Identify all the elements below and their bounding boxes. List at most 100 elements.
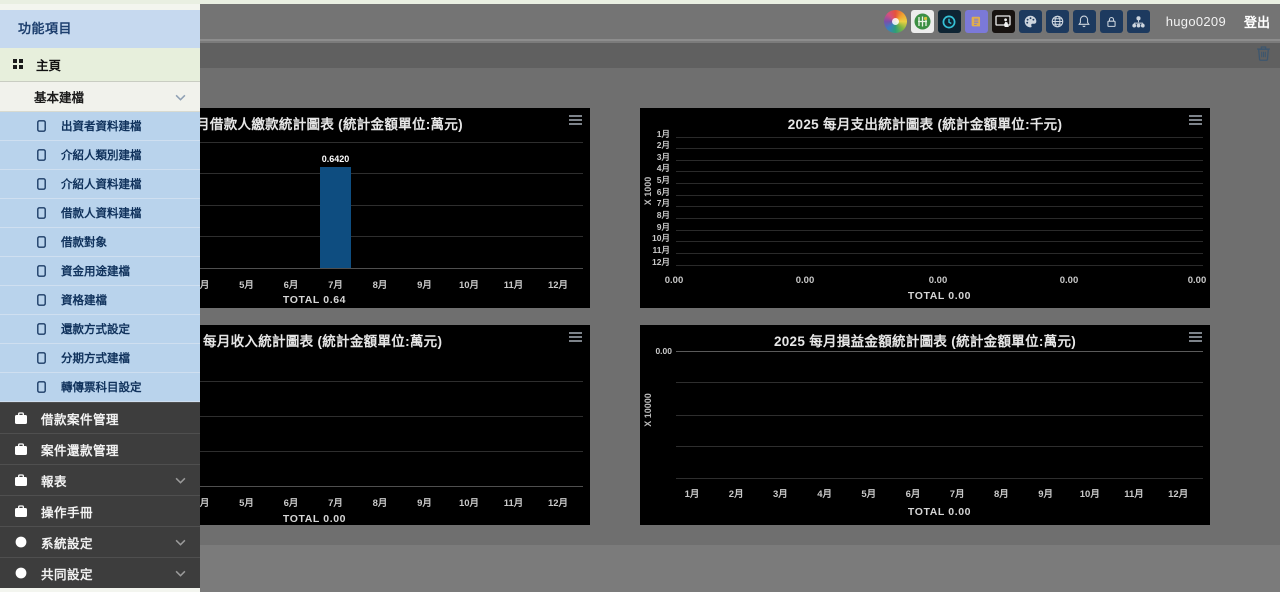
- sidebar-subitem-label: 介紹人類別建檔: [61, 147, 142, 163]
- board-app-icon[interactable]: [992, 10, 1015, 33]
- globe-icon[interactable]: [1046, 10, 1069, 33]
- grid-icon: [13, 59, 24, 70]
- pinwheel-logo-icon[interactable]: [884, 10, 907, 33]
- x-tick-label: 9月: [407, 277, 443, 291]
- sidebar-subitem-label: 轉傳票科目設定: [61, 379, 142, 395]
- gridline: [676, 253, 1203, 254]
- gridline: [676, 446, 1203, 447]
- gridline: [676, 206, 1203, 207]
- sitemap-icon[interactable]: [1127, 10, 1150, 33]
- sidebar-subitem-label: 資格建檔: [61, 292, 107, 308]
- sidebar-item[interactable]: 系統設定: [0, 526, 200, 557]
- record-icon: [37, 381, 46, 393]
- record-icon: [37, 207, 46, 219]
- username: hugo0209: [1166, 14, 1226, 29]
- x-tick-label: 1月: [674, 486, 710, 500]
- sidebar-item-label: 主頁: [36, 55, 61, 74]
- palette-icon[interactable]: [1019, 10, 1042, 33]
- sidebar-subitem[interactable]: 借款人資料建檔: [0, 199, 200, 228]
- sidebar-group-label: 基本建檔: [34, 87, 175, 106]
- sidebar-subitem[interactable]: 還款方式設定: [0, 315, 200, 344]
- chart-panel: 2025 每月損益金額統計圖表 (統計金額單位:萬元) TOTAL 0.00 0.0…: [640, 325, 1210, 525]
- chart-total-label: TOTAL 0.00: [676, 506, 1203, 518]
- briefcase-icon: [13, 474, 29, 487]
- chevron-down-icon: [175, 88, 186, 106]
- sidebar-subitem[interactable]: 介紹人資料建檔: [0, 170, 200, 199]
- y-tick-label: 2月: [646, 139, 670, 151]
- x-tick-label: 6月: [895, 486, 931, 500]
- sidebar-subitem[interactable]: 資金用途建檔: [0, 257, 200, 286]
- x-tick-label: 5月: [229, 277, 265, 291]
- logout-button[interactable]: 登出: [1244, 12, 1270, 31]
- record-icon: [37, 120, 46, 132]
- x-tick-label: 7月: [318, 277, 354, 291]
- x-tick-label: 12月: [540, 277, 576, 291]
- x-tick-label: 9月: [407, 495, 443, 509]
- x-tick-label: 9月: [1028, 486, 1064, 500]
- chart-title: 2025 每月損益金額統計圖表 (統計金額單位:萬元): [640, 330, 1210, 350]
- x-tick-label: 7月: [318, 495, 354, 509]
- clock-app-icon[interactable]: [938, 10, 961, 33]
- x-tick-label: 0.00: [787, 275, 823, 286]
- record-icon: [37, 323, 46, 335]
- x-tick-label: 12月: [1160, 486, 1196, 500]
- sidebar-group-basic-records[interactable]: 基本建檔: [0, 82, 200, 112]
- sidebar: 功能項目 主頁 基本建檔 出資者資料建檔介紹人類別建檔介紹人資料建檔借款人資料建…: [0, 4, 200, 592]
- chart-menu-icon[interactable]: [569, 115, 582, 127]
- x-tick-label: 0.00: [1051, 275, 1087, 286]
- sidebar-item[interactable]: 案件還款管理: [0, 433, 200, 464]
- sidebar-item[interactable]: 操作手冊: [0, 495, 200, 526]
- x-tick-label: 2月: [718, 486, 754, 500]
- sidebar-subitem[interactable]: 借款對象: [0, 228, 200, 257]
- chart-menu-icon[interactable]: [1189, 332, 1202, 344]
- gridline: [676, 148, 1203, 149]
- x-tick-label: 8月: [983, 486, 1019, 500]
- axis-scale-label: X 1000: [643, 161, 653, 221]
- y-tick-label: 0.00: [648, 346, 672, 356]
- sidebar-subitem-label: 借款對象: [61, 234, 107, 250]
- sidebar-item-label: 操作手冊: [41, 502, 186, 521]
- sidebar-item[interactable]: 報表: [0, 464, 200, 495]
- sidebar-subitem[interactable]: 資格建檔: [0, 286, 200, 315]
- sidebar-item-label: 系統設定: [41, 533, 175, 552]
- x-tick-label: 10月: [451, 495, 487, 509]
- scroll-app-icon[interactable]: [965, 10, 988, 33]
- chart-menu-icon[interactable]: [569, 332, 582, 344]
- x-tick-label: 6月: [273, 495, 309, 509]
- bank-logo-icon[interactable]: [911, 10, 934, 33]
- sidebar-title: 功能項目: [0, 10, 200, 48]
- trash-icon[interactable]: [1256, 45, 1271, 66]
- gridline: [676, 160, 1203, 161]
- chevron-down-icon: [175, 533, 186, 551]
- record-icon: [37, 236, 46, 248]
- sidebar-subitem-label: 資金用途建檔: [61, 263, 130, 279]
- sidebar-subitem-label: 出資者資料建檔: [61, 118, 142, 134]
- briefcase-icon: [13, 505, 29, 518]
- chart-total-label: TOTAL 0.00: [676, 290, 1203, 302]
- record-icon: [37, 294, 46, 306]
- lock-icon[interactable]: [1100, 10, 1123, 33]
- zero-line: [676, 351, 1203, 352]
- sidebar-item-label: 案件還款管理: [41, 440, 186, 459]
- sidebar-subitem-label: 還款方式設定: [61, 321, 130, 337]
- x-tick-label: 8月: [362, 495, 398, 509]
- x-tick-label: 11月: [496, 495, 532, 509]
- gridline: [676, 241, 1203, 242]
- x-tick-label: 0.00: [1179, 275, 1215, 286]
- chart-menu-icon[interactable]: [1189, 115, 1202, 127]
- x-tick-label: 10月: [451, 277, 487, 291]
- bell-icon[interactable]: [1073, 10, 1096, 33]
- chart-title: 2025 每月支出統計圖表 (統計金額單位:千元): [640, 113, 1210, 133]
- sidebar-subitem[interactable]: 分期方式建檔: [0, 344, 200, 373]
- gridline: [676, 218, 1203, 219]
- sidebar-subitem[interactable]: 介紹人類別建檔: [0, 141, 200, 170]
- x-tick-label: 5月: [851, 486, 887, 500]
- sidebar-subitem[interactable]: 出資者資料建檔: [0, 112, 200, 141]
- sidebar-item[interactable]: 共同設定: [0, 557, 200, 588]
- sidebar-subitem[interactable]: 轉傳票科目設定: [0, 373, 200, 402]
- sidebar-subitem-label: 介紹人資料建檔: [61, 176, 142, 192]
- y-tick-label: 10月: [646, 232, 670, 244]
- gridline: [676, 415, 1203, 416]
- sidebar-item[interactable]: 借款案件管理: [0, 402, 200, 433]
- sidebar-item-home[interactable]: 主頁: [0, 48, 200, 82]
